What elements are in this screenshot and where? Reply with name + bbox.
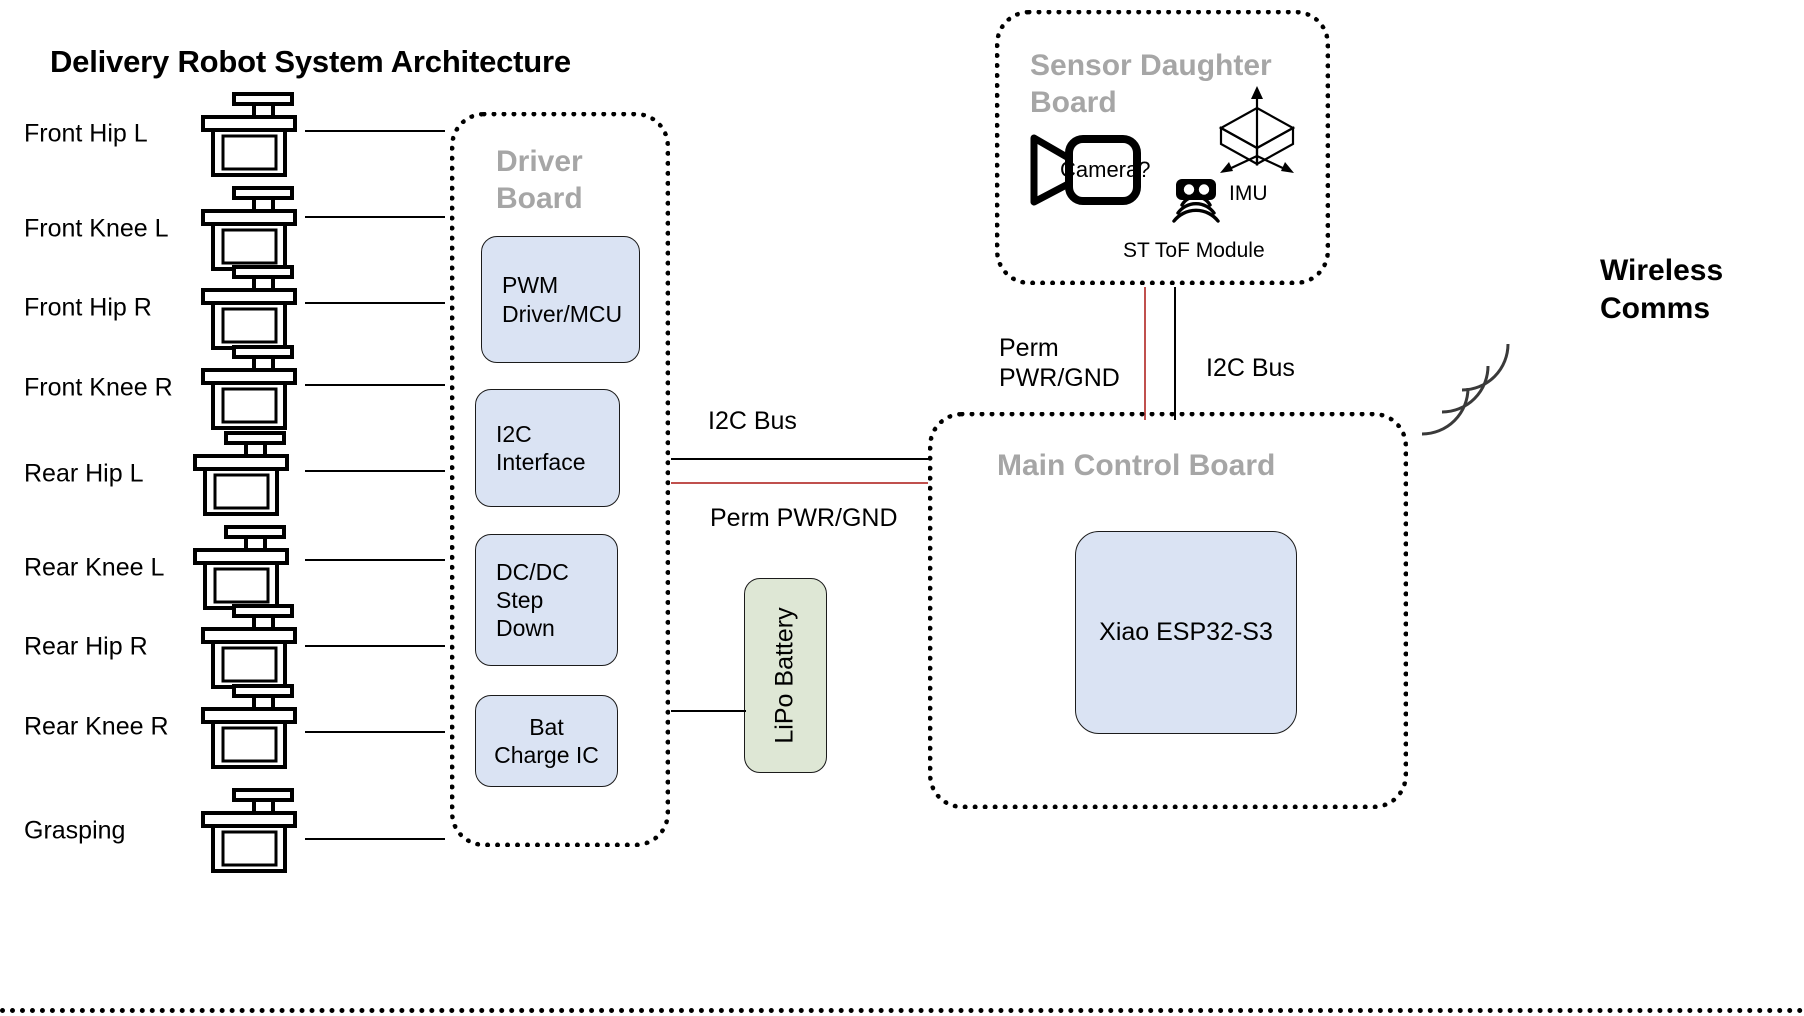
- driver-board-title-line2: Board: [496, 181, 583, 215]
- driver-board-title-line1: Driver: [496, 145, 583, 178]
- battery-wire: [671, 710, 746, 712]
- servo-wire: [305, 838, 445, 840]
- chip-dcdc-line2: Step: [496, 586, 544, 613]
- servo-icon: [194, 603, 304, 691]
- chip-esp32-label: Xiao ESP32-S3: [1099, 618, 1273, 647]
- servo-label-rear-hip-r: Rear Hip R: [24, 632, 148, 661]
- servo-icon: [186, 430, 296, 518]
- servo-label-front-hip-r: Front Hip R: [24, 293, 152, 322]
- chip-dcdc-line3: Down: [496, 615, 555, 642]
- servo-icon: [194, 91, 304, 179]
- driver-power-bus-line: [671, 482, 928, 484]
- servo-label-front-hip-l: Front Hip L: [24, 119, 148, 148]
- imu-label: IMU: [1229, 182, 1268, 205]
- servo-wire: [305, 384, 445, 386]
- sensor-i2c-bus-line: [1174, 287, 1176, 420]
- camera-label: Camera?: [1060, 157, 1151, 182]
- servo-icon: [194, 264, 304, 352]
- driver-board-title: Driver Board: [496, 144, 676, 217]
- servo-icon: [186, 524, 296, 612]
- sensor-board-title-line1: Sensor Daughter: [1030, 49, 1272, 82]
- chip-dcdc-line1: DC/DC: [496, 558, 569, 585]
- servo-label-front-knee-l: Front Knee L: [24, 214, 169, 243]
- servo-wire: [305, 470, 445, 472]
- servo-wire: [305, 645, 445, 647]
- servo-wire: [305, 302, 445, 304]
- chip-i2c-interface[interactable]: I2C Interface: [475, 389, 620, 507]
- servo-label-rear-hip-l: Rear Hip L: [24, 459, 144, 488]
- imu-icon: [1207, 82, 1307, 174]
- wireless-title-line2: Comms: [1600, 291, 1711, 325]
- servo-wire: [305, 216, 445, 218]
- main-control-board-title: Main Control Board: [997, 449, 1276, 482]
- sensor-power-bus-line: [1144, 287, 1146, 420]
- chip-pwm-line1: PWM: [502, 272, 559, 299]
- chip-dcdc-step-down[interactable]: DC/DC Step Down: [475, 534, 618, 666]
- servo-icon: [194, 185, 304, 273]
- sensor-i2c-bus-label: I2C Bus: [1206, 354, 1295, 382]
- servo-icon: [194, 787, 304, 875]
- servo-icon: [194, 344, 304, 432]
- driver-i2c-bus-line: [671, 458, 928, 460]
- wireless-comms-title: Wireless Comms: [1600, 252, 1723, 327]
- chip-xiao-esp32-s3[interactable]: Xiao ESP32-S3: [1075, 531, 1297, 734]
- servo-label-rear-knee-l: Rear Knee L: [24, 553, 165, 582]
- chip-bat-charge-ic[interactable]: Bat Charge IC: [475, 695, 618, 787]
- diagram-canvas: Delivery Robot System Architecture Front…: [0, 0, 1804, 1016]
- driver-i2c-bus-label: I2C Bus: [708, 407, 797, 435]
- chip-bat-line2: Charge IC: [494, 742, 599, 768]
- sensor-power-bus-label: Perm PWR/GND: [999, 333, 1120, 393]
- page-title: Delivery Robot System Architecture: [50, 44, 571, 79]
- driver-power-bus-label: Perm PWR/GND: [710, 504, 898, 532]
- tof-sensor-icon: [1167, 174, 1225, 232]
- servo-icon: [194, 683, 304, 771]
- servo-label-front-knee-r: Front Knee R: [24, 373, 173, 402]
- tof-label: ST ToF Module: [1123, 239, 1265, 262]
- bottom-container-edge: [0, 1008, 1804, 1013]
- servo-wire: [305, 130, 445, 132]
- servo-wire: [305, 731, 445, 733]
- chip-i2c-line1: I2C: [496, 420, 532, 447]
- wireless-signal-icon: [1400, 330, 1530, 450]
- servo-label-grasping: Grasping: [24, 816, 126, 845]
- sensor-power-bus-label-line1: Perm: [999, 334, 1059, 362]
- chip-bat-line1: Bat: [529, 713, 564, 740]
- chip-i2c-line2: Interface: [496, 449, 586, 475]
- sensor-power-bus-label-line2: PWR/GND: [999, 364, 1120, 392]
- wireless-title-line1: Wireless: [1600, 254, 1724, 287]
- servo-label-rear-knee-r: Rear Knee R: [24, 712, 169, 741]
- chip-pwm-driver-mcu[interactable]: PWM Driver/MCU: [481, 236, 640, 363]
- lipo-battery[interactable]: LiPo Battery: [744, 578, 827, 773]
- servo-wire: [305, 559, 445, 561]
- chip-pwm-line2: Driver/MCU: [502, 300, 623, 327]
- lipo-battery-label: LiPo Battery: [771, 607, 799, 744]
